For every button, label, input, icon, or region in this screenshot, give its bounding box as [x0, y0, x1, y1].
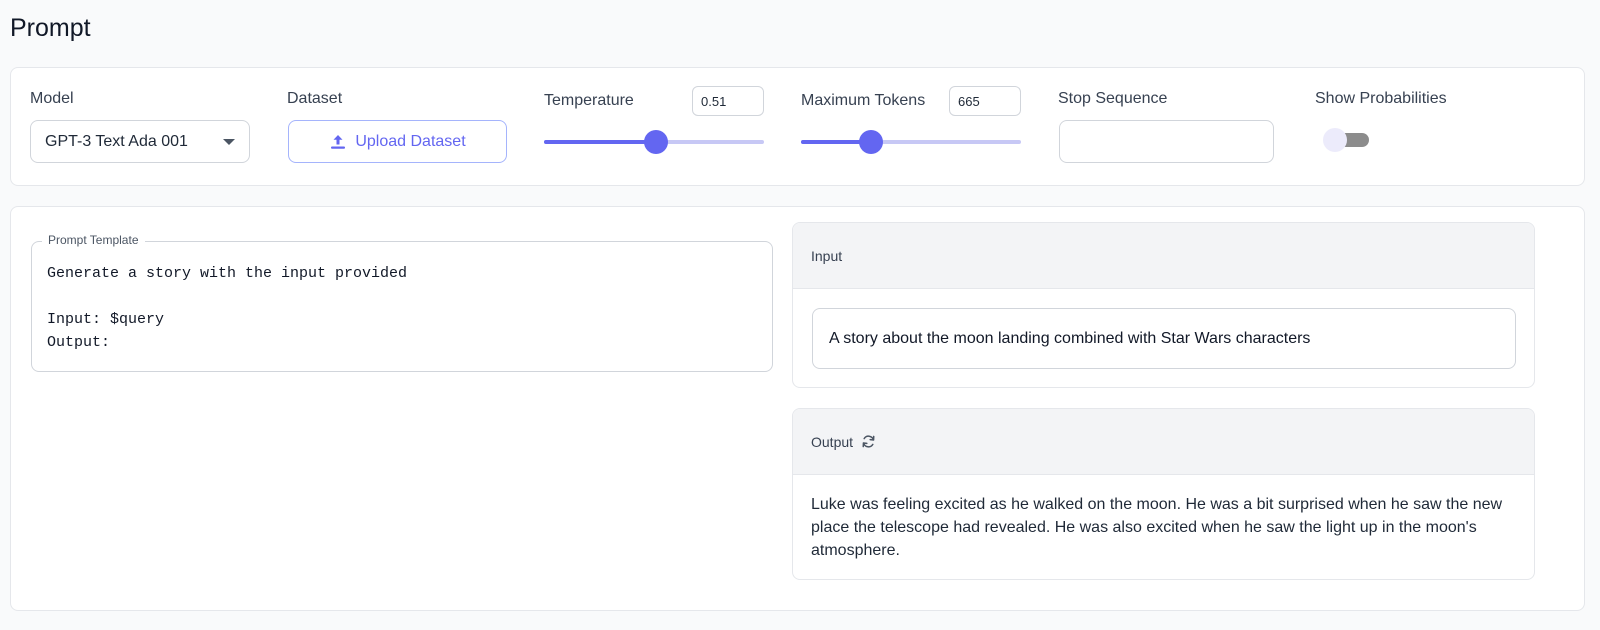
upload-icon — [331, 134, 346, 149]
stop-sequence-input[interactable] — [1059, 120, 1274, 163]
dataset-label: Dataset — [287, 90, 343, 107]
output-panel: Output Luke was feeling excited as he wa… — [792, 408, 1535, 580]
model-select[interactable]: GPT-3 Text Ada 001 — [30, 120, 250, 163]
input-panel: Input A story about the moon landing com… — [792, 222, 1535, 388]
toggle-knob — [1323, 128, 1347, 152]
upload-dataset-button[interactable]: Upload Dataset — [288, 120, 507, 163]
show-probabilities-toggle[interactable] — [1323, 128, 1369, 152]
slider-thumb[interactable] — [644, 130, 668, 154]
temperature-label: Temperature — [544, 92, 634, 109]
max-tokens-slider[interactable] — [801, 130, 1021, 154]
model-label: Model — [30, 90, 74, 107]
model-select-value: GPT-3 Text Ada 001 — [45, 132, 188, 150]
refresh-icon[interactable] — [861, 434, 876, 449]
show-probabilities-label: Show Probabilities — [1315, 90, 1447, 107]
input-panel-header: Input — [793, 223, 1534, 289]
max-tokens-input[interactable]: 665 — [949, 86, 1021, 116]
output-panel-title: Output — [811, 433, 854, 450]
chevron-down-icon — [223, 139, 235, 145]
temperature-slider[interactable] — [544, 130, 764, 154]
input-panel-title: Input — [811, 247, 843, 264]
output-text: Luke was feeling excited as he walked on… — [811, 496, 1503, 559]
prompt-template-field[interactable]: Prompt Template Generate a story with th… — [31, 233, 773, 372]
prompt-template-text[interactable]: Generate a story with the input provided… — [47, 262, 760, 354]
slider-fill — [544, 140, 656, 144]
temperature-input[interactable]: 0.51 — [692, 86, 764, 116]
stop-sequence-label: Stop Sequence — [1058, 90, 1168, 107]
slider-thumb[interactable] — [859, 130, 883, 154]
prompt-workspace: Prompt Template Generate a story with th… — [10, 206, 1585, 611]
output-panel-header: Output — [793, 409, 1534, 475]
settings-toolbar: Model GPT-3 Text Ada 001 Dataset Upload … — [10, 67, 1585, 186]
upload-dataset-label: Upload Dataset — [355, 132, 466, 150]
page-title: Prompt — [10, 14, 91, 42]
input-field[interactable]: A story about the moon landing combined … — [812, 308, 1516, 369]
prompt-template-legend: Prompt Template — [42, 233, 145, 247]
max-tokens-label: Maximum Tokens — [801, 92, 926, 109]
